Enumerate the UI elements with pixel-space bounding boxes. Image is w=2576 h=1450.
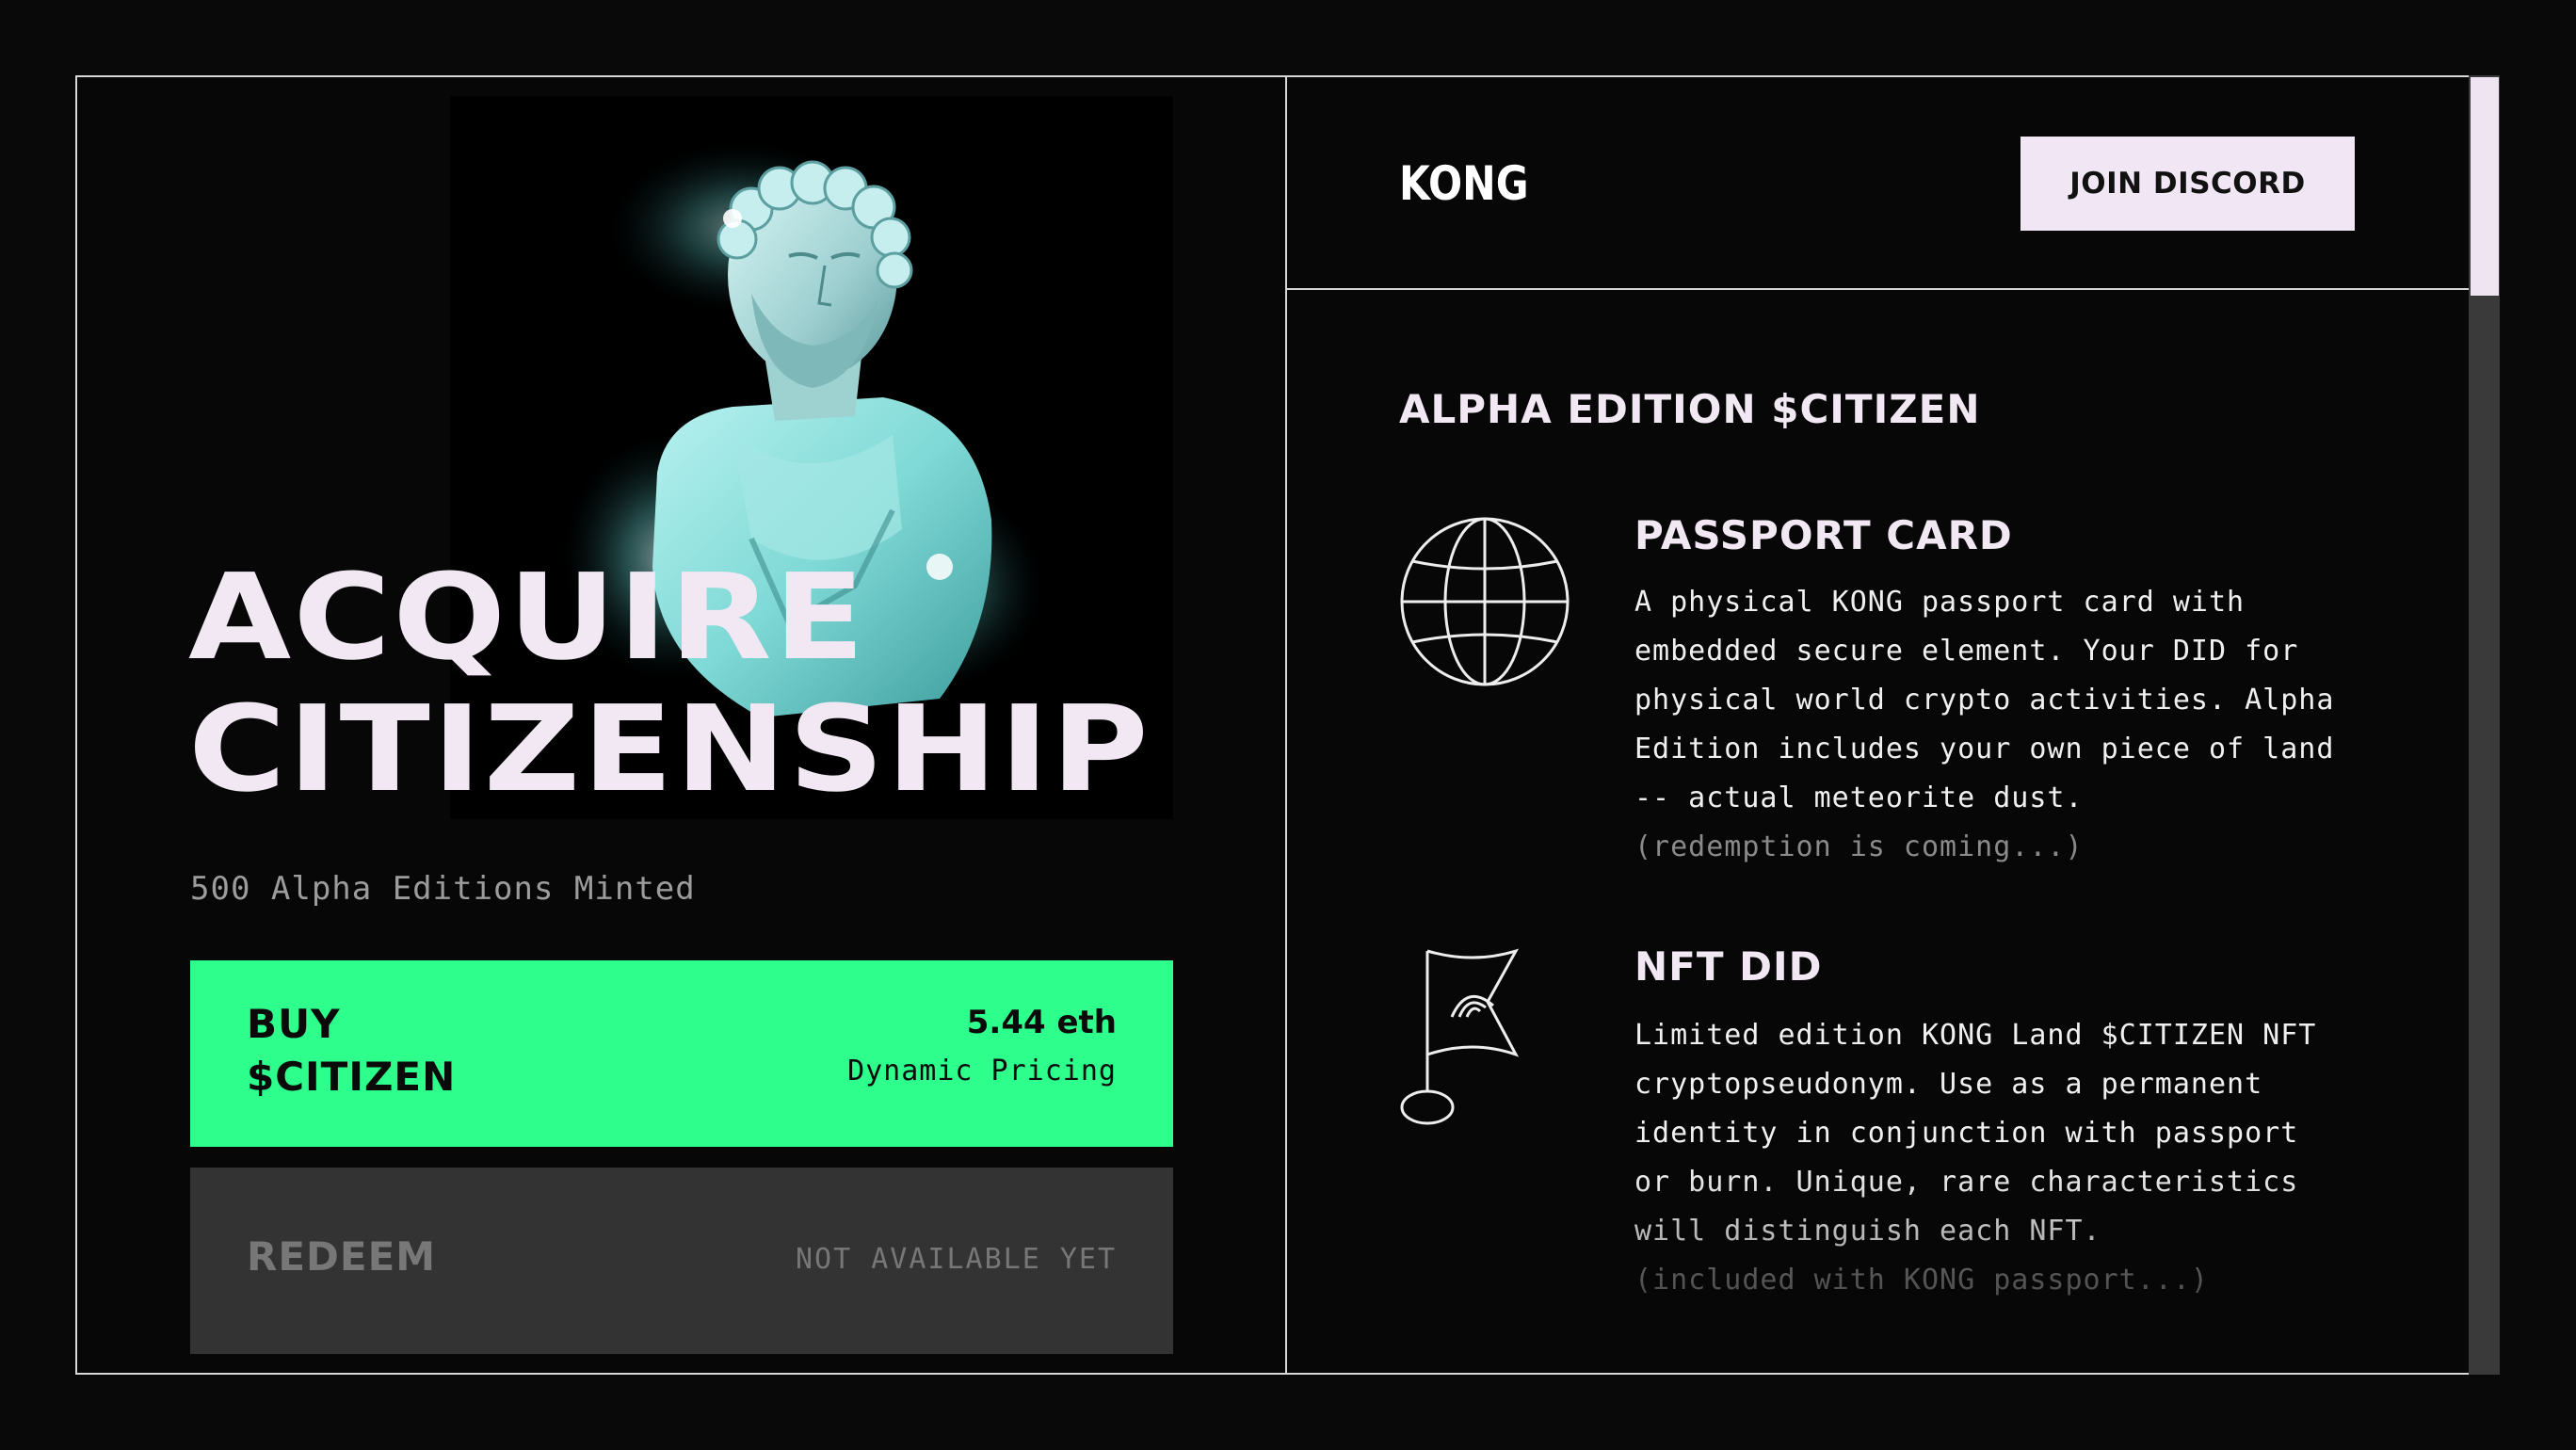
desc-line: identity in conjunction with passport xyxy=(1634,1117,2299,1150)
feature-title-nft-did: NFT DID xyxy=(1634,943,1823,990)
desc-line: physical world crypto activities. Alpha xyxy=(1634,684,2335,717)
redeem-status: NOT AVAILABLE YET xyxy=(795,1243,1117,1276)
feature-desc-nft-did: Limited edition KONG Land $CITIZEN NFT c… xyxy=(1634,1011,2388,1256)
kong-logo[interactable]: KONG xyxy=(1399,156,1529,211)
desc-line: -- actual meteorite dust. xyxy=(1634,781,2084,814)
buy-label: BUY $CITIZEN xyxy=(247,998,456,1104)
headline-line-2: CITIZENSHIP xyxy=(188,680,1151,818)
feature-desc-passport: A physical KONG passport card with embed… xyxy=(1634,578,2388,823)
feature-note-passport: (redemption is coming...) xyxy=(1634,830,2084,863)
desc-line: will distinguish each NFT. xyxy=(1634,1215,2101,1248)
flag-icon xyxy=(1397,945,1582,1134)
desc-line: or burn. Unique, rare characteristics xyxy=(1634,1166,2299,1199)
minted-count: 500 Alpha Editions Minted xyxy=(190,870,696,908)
desc-line: cryptopseudonym. Use as a permanent xyxy=(1634,1068,2263,1101)
globe-icon xyxy=(1399,516,1570,687)
desc-line: embedded secure element. Your DID for xyxy=(1634,635,2299,668)
buy-label-line-2: $CITIZEN xyxy=(247,1054,457,1100)
buy-label-line-1: BUY xyxy=(247,1001,341,1047)
desc-line: A physical KONG passport card with xyxy=(1634,586,2246,619)
buy-citizen-button[interactable]: BUY $CITIZEN 5.44 eth Dynamic Pricing xyxy=(190,960,1173,1147)
desc-line: Limited edition KONG Land $CITIZEN NFT xyxy=(1634,1019,2317,1052)
vertical-divider xyxy=(1285,75,1287,1375)
join-discord-button[interactable]: JOIN DISCORD xyxy=(2021,137,2355,231)
redeem-label: REDEEM xyxy=(247,1233,437,1280)
scrollbar-thumb[interactable] xyxy=(2471,77,2499,296)
headline-line-1: ACQUIRE xyxy=(188,548,867,686)
section-title: ALPHA EDITION $CITIZEN xyxy=(1399,386,1981,432)
header-divider xyxy=(1287,288,2469,290)
feature-title-passport: PASSPORT CARD xyxy=(1634,512,2013,558)
pricing-note: Dynamic Pricing xyxy=(847,1055,1117,1088)
desc-line: Edition includes your own piece of land xyxy=(1634,733,2335,765)
redeem-button[interactable]: REDEEM NOT AVAILABLE YET xyxy=(190,1168,1173,1354)
feature-note-nft-did: (included with KONG passport...) xyxy=(1634,1264,2209,1297)
price: 5.44 eth xyxy=(966,1004,1117,1041)
page-title: ACQUIRE CITIZENSHIP xyxy=(188,552,1151,815)
